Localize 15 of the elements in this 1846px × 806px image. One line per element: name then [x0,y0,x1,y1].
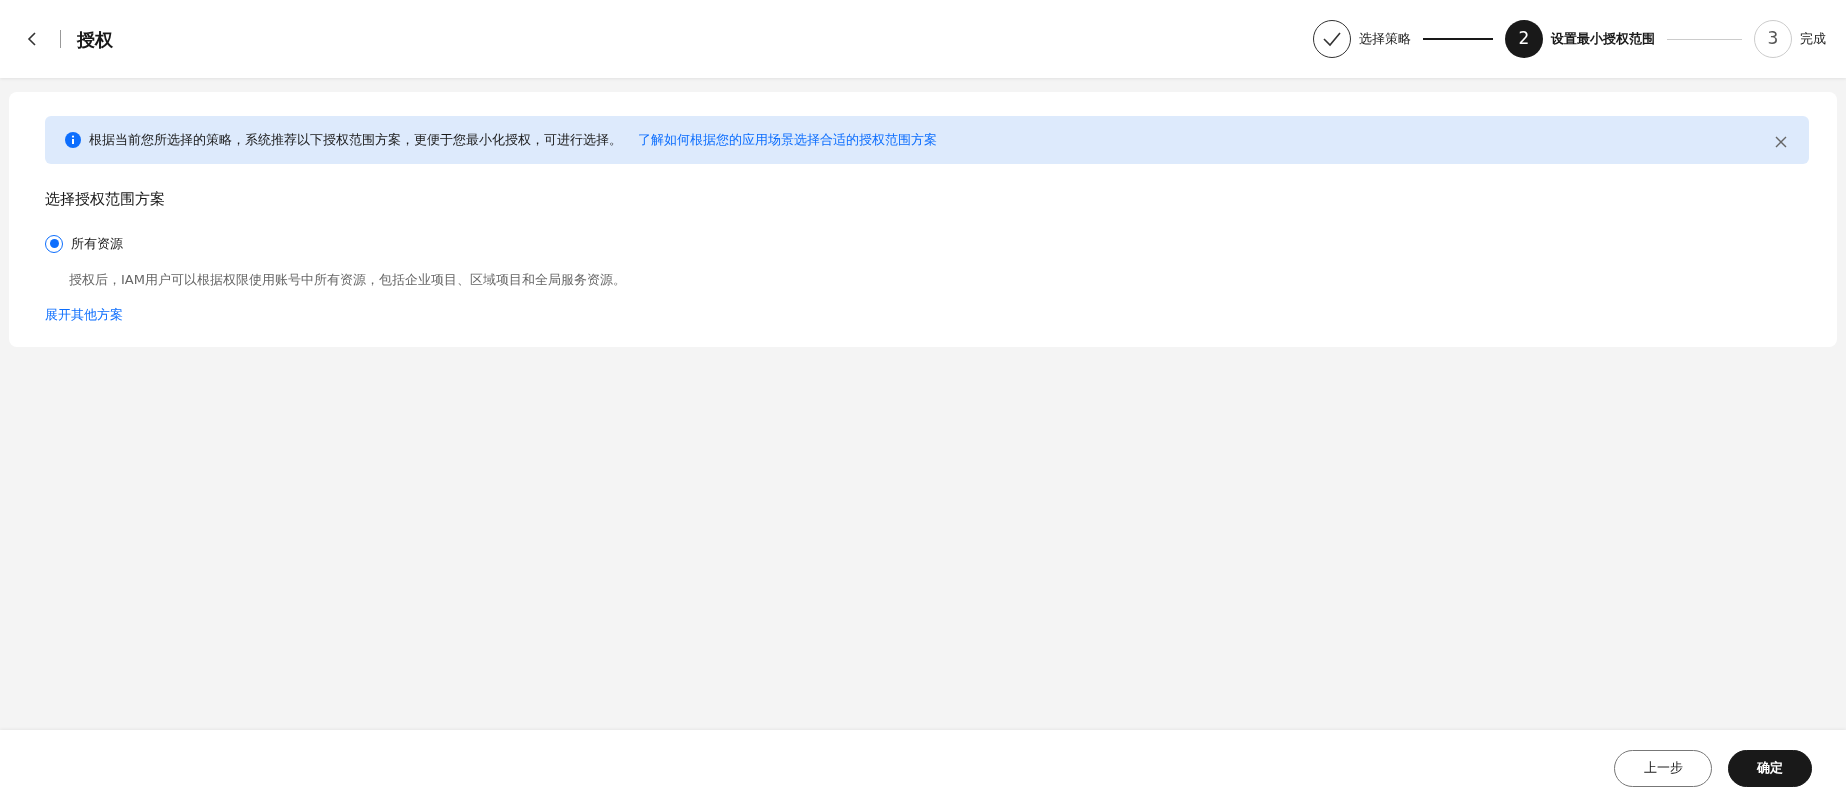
alert-message: 根据当前您所选择的策略，系统推荐以下授权范围方案，更便于您最小化授权，可进行选择。 [89,131,622,149]
step-label: 完成 [1800,30,1826,49]
section-title: 选择授权范围方案 [45,188,166,210]
page-title: 授权 [77,27,113,52]
step-label: 设置最小授权范围 [1551,30,1655,49]
option-description: 授权后，IAM用户可以根据权限使用账号中所有资源，包括企业项目、区域项目和全局服务资源。 [68,270,627,289]
confirm-button[interactable]: 确定 [1728,749,1812,787]
option-label: 所有资源 [71,235,123,253]
step-indicator: 2 [1505,20,1543,58]
step-label: 选择策略 [1359,30,1411,49]
help-link[interactable]: 了解如何根据您的应用场景选择合适的授权范围方案 [638,130,937,150]
expand-link[interactable]: 展开其他方案 [45,305,123,325]
info-icon [65,131,81,148]
previous-button[interactable]: 上一步 [1614,749,1712,787]
check-icon [1322,31,1342,47]
